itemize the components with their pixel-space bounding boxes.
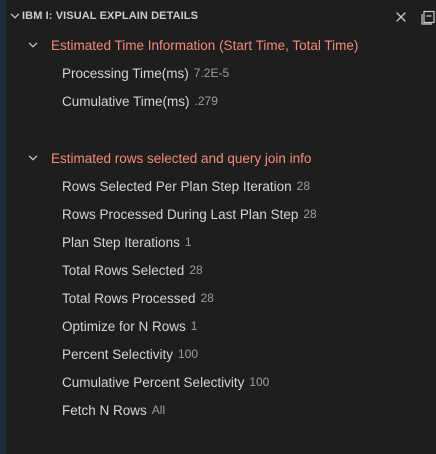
close-icon — [396, 12, 406, 22]
collapse-all-icon — [421, 10, 435, 25]
detail-row-fetch-n-rows[interactable]: Fetch N Rows All — [62, 399, 165, 421]
detail-label: Total Rows Selected — [62, 262, 185, 278]
panel-header[interactable]: IBM I: VISUAL EXPLAIN DETAILS — [6, 0, 436, 34]
detail-label: Optimize for N Rows — [62, 318, 186, 334]
detail-value: 1 — [190, 319, 198, 333]
detail-value: 28 — [189, 263, 203, 277]
detail-value: 28 — [303, 207, 317, 221]
detail-label: Cumulative Time(ms) — [62, 93, 190, 109]
detail-label: Percent Selectivity — [62, 346, 174, 362]
detail-row-cumulative-time[interactable]: Cumulative Time(ms) .279 — [62, 90, 218, 112]
detail-row-processing-time[interactable]: Processing Time(ms) 7.2E-5 — [62, 62, 229, 84]
detail-row-optimize-for-n-rows[interactable]: Optimize for N Rows 1 — [62, 315, 197, 337]
detail-label: Fetch N Rows — [62, 402, 147, 418]
detail-row-total-rows-selected[interactable]: Total Rows Selected 28 — [62, 259, 203, 281]
section-header-rows-info[interactable]: Estimated rows selected and query join i… — [6, 147, 436, 169]
section-title: Estimated rows selected and query join i… — [51, 151, 312, 166]
detail-value: 100 — [178, 347, 199, 361]
detail-row-percent-selectivity[interactable]: Percent Selectivity 100 — [62, 343, 198, 365]
panel-title: IBM I: VISUAL EXPLAIN DETAILS — [22, 10, 199, 22]
detail-row-cumulative-percent-selectivity[interactable]: Cumulative Percent Selectivity 100 — [62, 371, 269, 393]
detail-value: 100 — [249, 375, 270, 389]
detail-label: Rows Selected Per Plan Step Iteration — [62, 178, 292, 194]
visual-explain-details-panel: IBM I: VISUAL EXPLAIN DETAILS Estimated … — [6, 0, 436, 454]
close-button[interactable] — [390, 6, 412, 28]
detail-value: 7.2E-5 — [193, 66, 230, 80]
detail-value: 28 — [296, 179, 310, 193]
detail-value: 28 — [200, 291, 214, 305]
section-header-time-info[interactable]: Estimated Time Information (Start Time, … — [6, 34, 436, 56]
detail-value: All — [151, 403, 166, 417]
section-title: Estimated Time Information (Start Time, … — [51, 38, 359, 53]
detail-label: Plan Step Iterations — [62, 234, 180, 250]
chevron-down-icon[interactable] — [8, 9, 22, 23]
detail-row-plan-step-iterations[interactable]: Plan Step Iterations 1 — [62, 231, 192, 253]
detail-label: Cumulative Percent Selectivity — [62, 374, 245, 390]
chevron-down-icon — [28, 155, 38, 161]
detail-row-total-rows-processed[interactable]: Total Rows Processed 28 — [62, 287, 214, 309]
detail-label: Rows Processed During Last Plan Step — [62, 206, 299, 222]
detail-row-rows-processed-last-step[interactable]: Rows Processed During Last Plan Step 28 — [62, 203, 317, 225]
detail-label: Processing Time(ms) — [62, 65, 189, 81]
detail-value: 1 — [184, 235, 192, 249]
collapse-all-button[interactable] — [418, 6, 436, 28]
chevron-down-icon — [28, 42, 38, 48]
detail-label: Total Rows Processed — [62, 290, 196, 306]
detail-row-rows-selected-per-iteration[interactable]: Rows Selected Per Plan Step Iteration 28 — [62, 175, 310, 197]
detail-value: .279 — [194, 94, 218, 108]
